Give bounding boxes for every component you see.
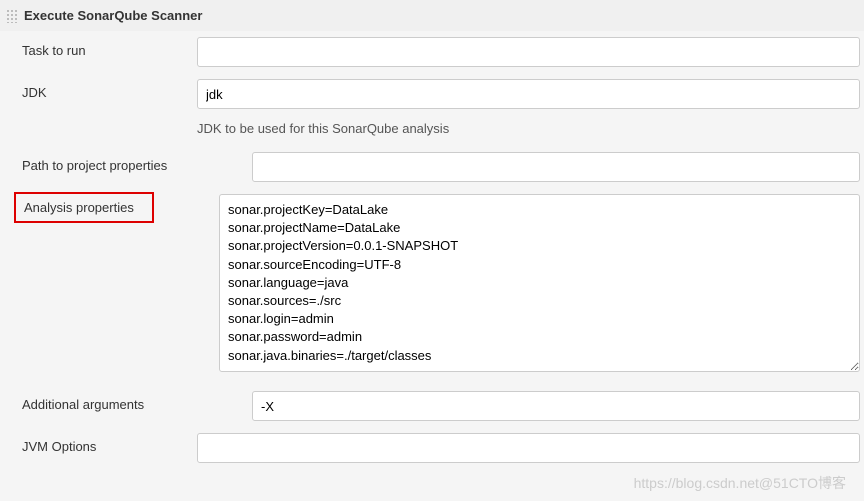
select-jdk[interactable]: jdk (197, 79, 860, 109)
input-jvm-options[interactable] (197, 433, 860, 463)
row-additional-arguments: Additional arguments (0, 385, 864, 427)
row-task-to-run: Task to run (0, 31, 864, 73)
label-jdk: JDK (22, 79, 197, 100)
row-path-to-project-properties: Path to project properties (0, 146, 864, 188)
help-jdk: JDK to be used for this SonarQube analys… (197, 121, 860, 136)
label-additional-arguments: Additional arguments (22, 391, 252, 412)
input-additional-arguments[interactable] (252, 391, 860, 421)
section-title: Execute SonarQube Scanner (24, 8, 202, 23)
row-analysis-properties: Analysis properties (0, 188, 864, 381)
label-jvm-options: JVM Options (22, 433, 197, 454)
label-task-to-run: Task to run (22, 37, 197, 58)
section-header: Execute SonarQube Scanner (0, 0, 864, 31)
label-analysis-properties: Analysis properties (14, 192, 154, 223)
field-jdk: jdk (197, 79, 864, 109)
row-jdk: JDK jdk (0, 73, 864, 115)
row-jdk-help: JDK to be used for this SonarQube analys… (0, 121, 864, 136)
field-path-to-project-properties (252, 152, 864, 182)
row-jvm-options: JVM Options (0, 427, 864, 469)
field-task-to-run (197, 37, 864, 67)
drag-handle-icon[interactable] (6, 9, 18, 23)
input-task-to-run[interactable] (197, 37, 860, 67)
field-jvm-options (197, 433, 864, 463)
label-path-to-project-properties: Path to project properties (22, 152, 252, 173)
field-analysis-properties (219, 194, 864, 375)
field-additional-arguments (252, 391, 864, 421)
input-path-to-project-properties[interactable] (252, 152, 860, 182)
watermark-text: https://blog.csdn.net@51CTO博客 (634, 473, 846, 493)
textarea-analysis-properties[interactable] (219, 194, 860, 372)
